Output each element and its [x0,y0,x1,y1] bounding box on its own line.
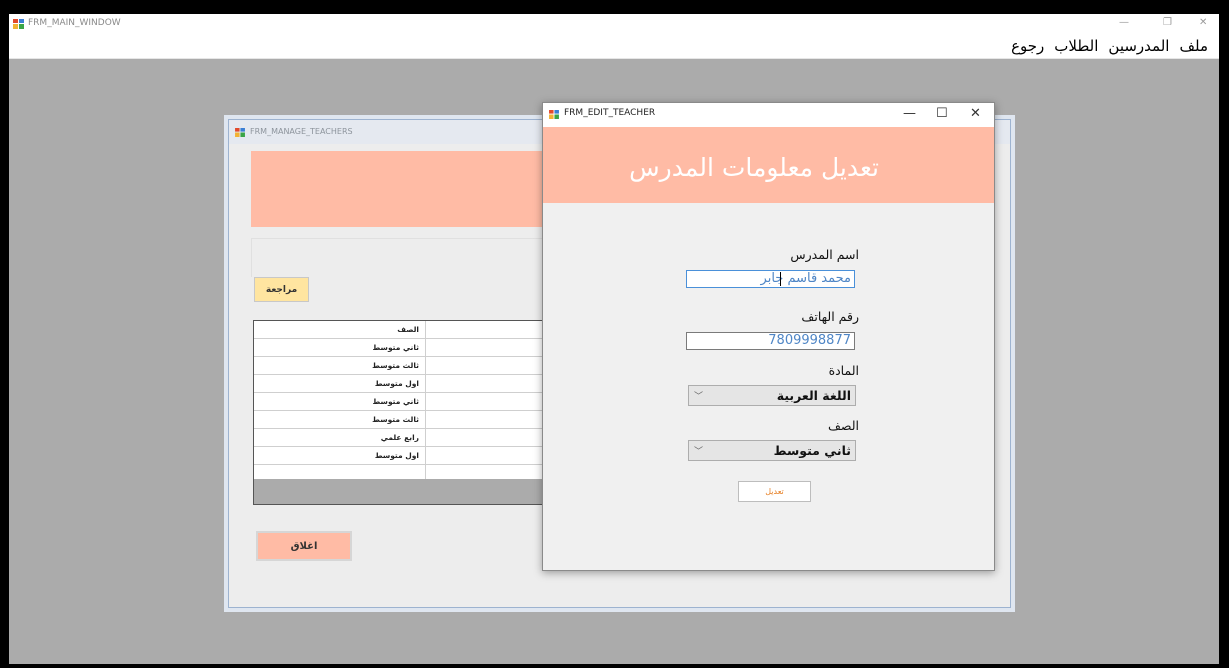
app-icon [549,110,559,119]
phone-input[interactable]: 7809998877 [686,332,855,350]
grid-cell[interactable]: اول متوسط [254,447,426,464]
edit-window-title: FRM_EDIT_TEACHER [564,108,656,118]
grid-cell[interactable] [254,465,426,479]
table-row[interactable]: رابع علمي [254,429,546,447]
main-title-bar: FRM_MAIN_WINDOW — ❐ ✕ [9,14,1219,34]
grid-header-grade: الصف [254,321,426,338]
table-row[interactable]: ثالث متوسط [254,411,546,429]
close-button[interactable]: ✕ [970,106,981,121]
phone-label: رقم الهاتف [801,309,859,324]
close-button[interactable]: ✕ [1199,17,1207,28]
grid-cell[interactable]: ثالث متوسط [254,357,426,374]
menu-students[interactable]: الطلاب [1049,37,1103,55]
grid-cell[interactable]: ثاني متوسط [254,339,426,356]
restore-button[interactable]: ❐ [1163,17,1172,28]
menu-teachers[interactable]: المدرسين [1103,37,1174,55]
menu-bar: ملف المدرسين الطلاب رجوع [9,34,1219,59]
minimize-button[interactable]: — [1119,17,1129,28]
close-form-button[interactable]: اغلاق [256,531,352,561]
grid-header-row: الصف [254,321,546,339]
table-row[interactable]: ثالث متوسط [254,357,546,375]
table-row[interactable]: ثاني متوسط [254,393,546,411]
grid-cell[interactable]: اول متوسط [254,375,426,392]
grade-label: الصف [827,418,859,433]
grade-value: ثاني متوسط [773,443,851,458]
app-icon [13,19,24,29]
teacher-name-input[interactable]: محمد قاسم جابر [686,270,855,288]
grid-cell[interactable]: رابع علمي [254,429,426,446]
table-row[interactable]: ثاني متوسط [254,339,546,357]
edit-title-bar: FRM_EDIT_TEACHER — ☐ ✕ [543,103,994,127]
subject-select[interactable]: اللغة العربية ﹀ [688,385,856,406]
menu-back[interactable]: رجوع [1006,37,1049,55]
chevron-down-icon: ﹀ [694,447,704,457]
main-window-title: FRM_MAIN_WINDOW [28,18,121,28]
grid-cell[interactable]: ثالث متوسط [254,411,426,428]
edit-teacher-window: FRM_EDIT_TEACHER — ☐ ✕ تعديل معلومات الم… [542,102,995,571]
menu-file[interactable]: ملف [1174,37,1213,55]
table-row[interactable] [254,465,546,480]
grid-cell[interactable]: ثاني متوسط [254,393,426,410]
minimize-button[interactable]: — [903,106,916,121]
subject-label: المادة [828,363,859,378]
table-row[interactable]: اول متوسط [254,447,546,465]
app-icon [235,128,245,137]
teachers-grid[interactable]: الصف ثاني متوسط ثالث متوسط اول متوسط ثان… [253,320,547,505]
review-button[interactable]: مراجعة [254,277,309,302]
maximize-button[interactable]: ☐ [936,106,948,121]
teacher-name-label: اسم المدرس [790,247,859,262]
teacher-name-value: محمد قاسم جابر [760,271,851,286]
subject-value: اللغة العربية [776,388,851,403]
grade-select[interactable]: ثاني متوسط ﹀ [688,440,856,461]
edit-button[interactable]: تعديل [738,481,811,502]
menu-items: ملف المدرسين الطلاب رجوع [1006,34,1213,58]
manage-window-title: FRM_MANAGE_TEACHERS [250,127,353,136]
page-title: تعديل معلومات المدرس [629,153,879,182]
grid-empty-area [254,479,546,504]
table-row[interactable]: اول متوسط [254,375,546,393]
text-cursor [780,272,781,286]
chevron-down-icon: ﹀ [694,392,704,402]
